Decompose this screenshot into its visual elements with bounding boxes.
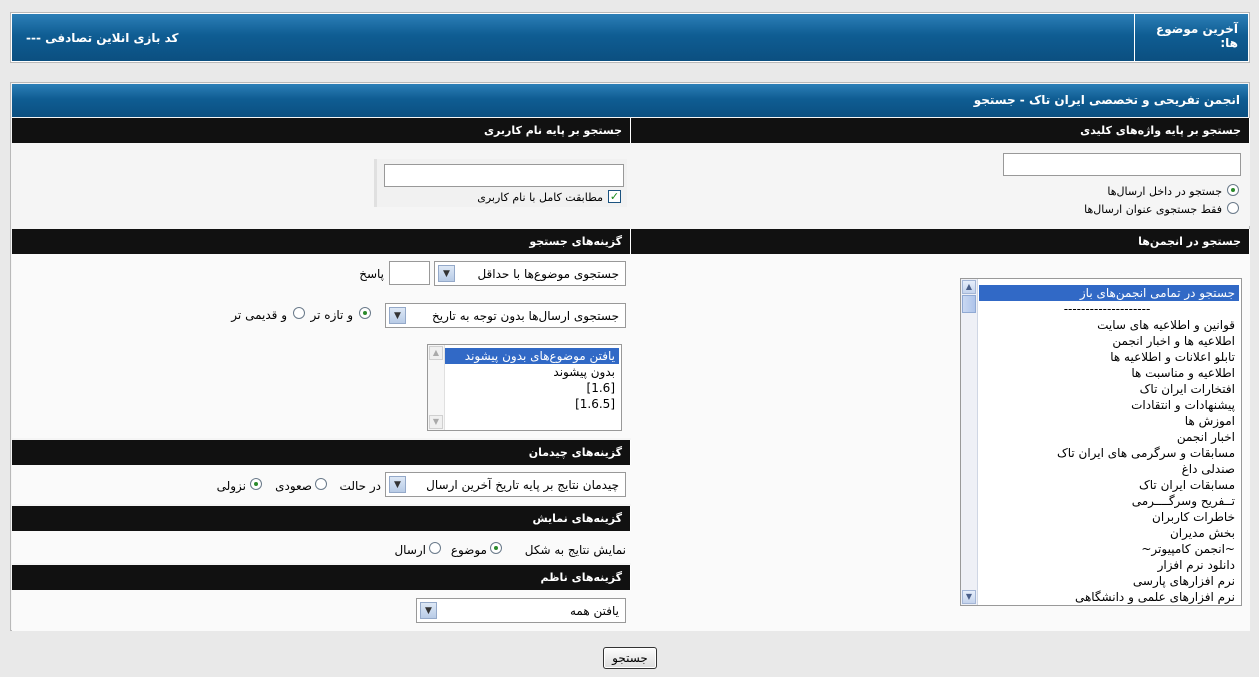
prefix-list-item[interactable]: یافتن موضوع‌های بدون پیشوند (445, 348, 619, 364)
chevron-down-icon: ▼ (438, 265, 455, 282)
show-as-label: نمایش نتایج به شکل (524, 543, 626, 557)
username-search-header: جستجو بر پایه نام کاربری (12, 118, 631, 143)
moderator-options-header: گزینه‌های ناظم (12, 565, 631, 590)
display-options-panel: نمایش نتایج به شکل موضوع ارسال (12, 531, 631, 563)
forum-list-item[interactable]: مسابقات ایران تاک (979, 477, 1239, 493)
min-replies-select[interactable]: ▼ جستجوی موضوع‌ها با حداقل (434, 261, 626, 286)
forum-list-item[interactable]: نرم افزارهای پارسی (979, 573, 1239, 589)
moderator-select[interactable]: ▼ یافتن همه (416, 598, 626, 623)
top-navbar: --- کد بازی انلاین تصادفی آخرین موضوع ها… (10, 12, 1250, 63)
keyword-search-header: جستجو بر پایه واژه‌های کلیدی (631, 118, 1250, 143)
titles-only-label: فقط جستجوی عنوان ارسال‌ها (1084, 203, 1222, 216)
search-options-header: گزینه‌های جستجو (12, 229, 631, 254)
forum-list-item[interactable]: خاطرات کاربران (979, 509, 1239, 525)
display-options-header: گزینه‌های نمایش (12, 506, 631, 531)
forum-list-item[interactable]: دانلود نرم افزار (979, 557, 1239, 573)
latest-topics-label: آخرین موضوع ها: (1134, 14, 1248, 61)
scroll-down-icon[interactable]: ▼ (962, 590, 976, 604)
forum-list-item[interactable]: تابلو اعلانات و اطلاعیه ها (979, 349, 1239, 365)
forum-list-item[interactable]: اموزش ها (979, 413, 1239, 429)
search-options-panel: ▼ جستجوی موضوع‌ها با حداقل پاسخ ▼ جستجوی… (12, 254, 631, 438)
username-input[interactable] (384, 164, 624, 187)
radio-newer[interactable] (359, 307, 371, 319)
older-label: و قدیمی تر (231, 308, 287, 322)
forum-list-item[interactable]: اطلاعیه و مناسبت ها (979, 365, 1239, 381)
sort-select[interactable]: ▼ چیدمان نتایج بر پایه تاریخ آخرین ارسال (385, 472, 626, 497)
forum-list-item[interactable]: افتخارات ایران تاک (979, 381, 1239, 397)
forums-search-header: جستجو در انجمن‌ها (631, 229, 1250, 254)
prefix-list-item[interactable]: [1.6] (445, 380, 619, 396)
prefix-list-item[interactable]: [1.6.5] (445, 396, 619, 412)
forum-list-item[interactable]: مسابقات و سرگرمی های ایران تاک (979, 445, 1239, 461)
forum-list-item[interactable]: -------------------- (979, 301, 1239, 317)
posts-label: ارسال (394, 543, 426, 557)
search-submit-button[interactable]: جستجو (603, 647, 657, 669)
forum-list-item[interactable]: نرم افزارهای علمی و دانشگاهی (979, 589, 1239, 605)
radio-posts[interactable] (429, 542, 441, 554)
forums-listbox[interactable]: جستجو در تمامی انجمن‌های باز ------------… (960, 278, 1242, 606)
ascending-label: صعودی (275, 479, 312, 493)
replies-label: پاسخ (359, 267, 384, 281)
radio-older[interactable] (293, 307, 305, 319)
forum-list-item[interactable]: اطلاعیه ها و اخبار انجمن (979, 333, 1239, 349)
prefix-listbox[interactable]: یافتن موضوع‌های بدون پیشوند بدون پیشوند [1… (427, 344, 622, 431)
username-box: ✓ مطابقت کامل با نام کاربری (374, 159, 627, 207)
prefix-list-item[interactable]: بدون پیشوند (445, 364, 619, 380)
in-posts-label: جستجو در داخل ارسال‌ها (1107, 185, 1222, 198)
scroll-up-icon[interactable]: ▲ (429, 346, 443, 360)
forum-list-item[interactable]: قوانین و اطلاعیه های سایت (979, 317, 1239, 333)
radio-topics[interactable] (490, 542, 502, 554)
scroll-thumb[interactable] (962, 295, 976, 313)
chevron-down-icon: ▼ (389, 476, 406, 493)
forum-list-item[interactable]: بخش مدیران (979, 525, 1239, 541)
prefix-scrollbar[interactable]: ▲ ▼ (428, 345, 445, 430)
forums-scrollbar[interactable]: ▲ ▼ (961, 279, 978, 605)
chevron-down-icon: ▼ (420, 602, 437, 619)
scroll-down-icon[interactable]: ▼ (429, 415, 443, 429)
radio-ascending[interactable] (315, 478, 327, 490)
search-form-table: انجمن تفریحی و تخصصی ایران تاک - جستجو ج… (10, 82, 1250, 631)
page-title: انجمن تفریحی و تخصصی ایران تاک - جستجو (12, 84, 1248, 117)
forum-list-item[interactable]: ~انجمن کامپیوتر~ (979, 541, 1239, 557)
sort-options-header: گزینه‌های چیدمان (12, 440, 631, 465)
forum-list-item[interactable]: تــفریح وسرگــــرمی (979, 493, 1239, 509)
scroll-up-icon[interactable]: ▲ (962, 280, 976, 294)
forums-panel: جستجو در تمامی انجمن‌های باز ------------… (631, 254, 1250, 631)
moderator-options-panel: ▼ یافتن همه (12, 590, 631, 631)
exact-match-checkbox[interactable]: ✓ (608, 190, 621, 203)
forum-list-item[interactable]: جستجو در تمامی انجمن‌های باز (979, 285, 1239, 301)
min-replies-input[interactable] (389, 261, 430, 285)
keyword-search-panel: جستجو در داخل ارسال‌ها فقط جستجوی عنوان … (631, 143, 1250, 226)
newer-label: و تازه تر (310, 308, 353, 322)
in-state-label: در حالت (339, 479, 381, 493)
forum-list-item[interactable]: اخبار انجمن (979, 429, 1239, 445)
sort-options-panel: ▼ چیدمان نتایج بر پایه تاریخ آخرین ارسال… (12, 465, 631, 504)
radio-descending[interactable] (250, 478, 262, 490)
keyword-input[interactable] (1003, 153, 1241, 176)
radio-titles-only[interactable] (1227, 202, 1239, 214)
chevron-down-icon: ▼ (389, 307, 406, 324)
radio-in-posts[interactable] (1227, 184, 1239, 196)
forum-list-item[interactable]: پیشنهادات و انتقادات (979, 397, 1239, 413)
exact-match-label: مطابقت کامل با نام کاربری (477, 191, 603, 204)
topics-label: موضوع (450, 543, 487, 557)
descending-label: نزولی (216, 479, 246, 493)
random-game-link[interactable]: --- کد بازی انلاین تصادفی (12, 14, 1132, 61)
username-search-panel: ✓ مطابقت کامل با نام کاربری (12, 143, 631, 226)
forum-list-item[interactable]: صندلی داغ (979, 461, 1239, 477)
date-select[interactable]: ▼ جستجوی ارسال‌ها بدون توجه به تاریخ (385, 303, 626, 328)
